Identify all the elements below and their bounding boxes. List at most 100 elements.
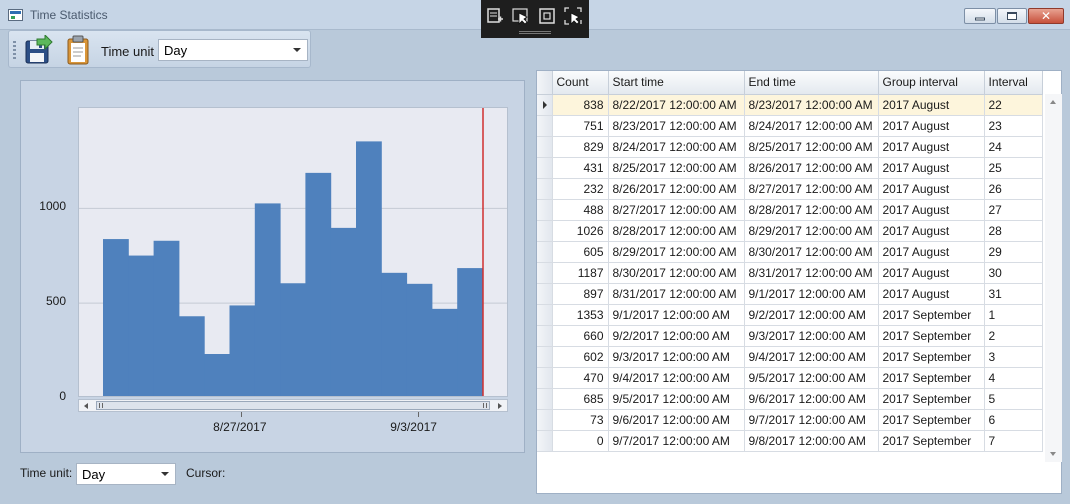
column-header-count[interactable]: Count: [552, 71, 609, 95]
live-tree-button[interactable]: [486, 7, 504, 25]
table-row[interactable]: 605 8/29/2017 12:00:00 AM 8/30/2017 12:00:…: [537, 241, 1043, 263]
cell-end-time[interactable]: 8/23/2017 12:00:00 AM: [744, 94, 879, 116]
cell-count[interactable]: 829: [552, 136, 609, 158]
cell-interval[interactable]: 22: [984, 94, 1043, 116]
histogram-bar[interactable]: [431, 308, 458, 397]
table-row[interactable]: 232 8/26/2017 12:00:00 AM 8/27/2017 12:00:…: [537, 178, 1043, 200]
row-header[interactable]: [537, 409, 553, 431]
cell-group-interval[interactable]: 2017 August: [878, 283, 985, 305]
cell-start-time[interactable]: 8/24/2017 12:00:00 AM: [608, 136, 745, 158]
cell-end-time[interactable]: 8/25/2017 12:00:00 AM: [744, 136, 879, 158]
cell-count[interactable]: 751: [552, 115, 609, 137]
cell-interval[interactable]: 1: [984, 304, 1043, 326]
cell-count[interactable]: 838: [552, 94, 609, 116]
scroll-up-icon[interactable]: [1050, 100, 1056, 104]
histogram-bar[interactable]: [103, 239, 129, 397]
cell-end-time[interactable]: 9/6/2017 12:00:00 AM: [744, 388, 879, 410]
table-row[interactable]: 1187 8/30/2017 12:00:00 AM 8/31/2017 12:00…: [537, 262, 1043, 284]
table-row[interactable]: 602 9/3/2017 12:00:00 AM 9/4/2017 12:00:00…: [537, 346, 1043, 368]
cell-start-time[interactable]: 9/7/2017 12:00:00 AM: [608, 430, 745, 452]
histogram-bar[interactable]: [178, 316, 205, 397]
cell-group-interval[interactable]: 2017 September: [878, 409, 985, 431]
cell-start-time[interactable]: 9/5/2017 12:00:00 AM: [608, 388, 745, 410]
track-focus-button[interactable]: [564, 7, 582, 25]
cell-group-interval[interactable]: 2017 September: [878, 430, 985, 452]
cell-start-time[interactable]: 8/27/2017 12:00:00 AM: [608, 199, 745, 221]
cell-count[interactable]: 488: [552, 199, 609, 221]
cell-count[interactable]: 897: [552, 283, 609, 305]
cell-interval[interactable]: 30: [984, 262, 1043, 284]
cell-group-interval[interactable]: 2017 August: [878, 136, 985, 158]
table-row[interactable]: 1353 9/1/2017 12:00:00 AM 9/2/2017 12:00:0…: [537, 304, 1043, 326]
minimize-button[interactable]: [964, 8, 996, 24]
row-header[interactable]: [537, 346, 553, 368]
scroll-down-icon[interactable]: [1050, 452, 1056, 456]
row-header[interactable]: [537, 199, 553, 221]
histogram-bar[interactable]: [204, 353, 230, 397]
row-header[interactable]: [537, 115, 553, 137]
cell-group-interval[interactable]: 2017 August: [878, 157, 985, 179]
cell-group-interval[interactable]: 2017 August: [878, 115, 985, 137]
cell-interval[interactable]: 27: [984, 199, 1043, 221]
histogram-plot-area[interactable]: [78, 107, 508, 397]
save-button[interactable]: [23, 33, 53, 65]
cell-count[interactable]: 602: [552, 346, 609, 368]
cell-interval[interactable]: 3: [984, 346, 1043, 368]
cell-start-time[interactable]: 8/30/2017 12:00:00 AM: [608, 262, 745, 284]
table-row[interactable]: 1026 8/28/2017 12:00:00 AM 8/29/2017 12:00…: [537, 220, 1043, 242]
cell-start-time[interactable]: 9/2/2017 12:00:00 AM: [608, 325, 745, 347]
toolbar-grip[interactable]: [13, 41, 16, 59]
cell-start-time[interactable]: 8/28/2017 12:00:00 AM: [608, 220, 745, 242]
histogram-bar[interactable]: [280, 283, 306, 397]
table-row[interactable]: 488 8/27/2017 12:00:00 AM 8/28/2017 12:00:…: [537, 199, 1043, 221]
cell-group-interval[interactable]: 2017 August: [878, 220, 985, 242]
histogram-bar[interactable]: [229, 305, 256, 397]
copy-to-clipboard-button[interactable]: [63, 35, 93, 65]
cell-count[interactable]: 470: [552, 367, 609, 389]
cell-group-interval[interactable]: 2017 September: [878, 325, 985, 347]
bottom-time-unit-dropdown[interactable]: Day: [76, 463, 176, 485]
cell-start-time[interactable]: 9/3/2017 12:00:00 AM: [608, 346, 745, 368]
table-row[interactable]: 73 9/6/2017 12:00:00 AM 9/7/2017 12:00:00 …: [537, 409, 1043, 431]
select-element-button[interactable]: [512, 7, 530, 25]
column-header-interval[interactable]: Interval: [984, 71, 1043, 95]
row-header[interactable]: [537, 157, 553, 179]
cell-count[interactable]: 0: [552, 430, 609, 452]
maximize-button[interactable]: [997, 8, 1027, 24]
cell-group-interval[interactable]: 2017 August: [878, 199, 985, 221]
cell-start-time[interactable]: 8/22/2017 12:00:00 AM: [608, 94, 745, 116]
grid-vertical-scrollbar[interactable]: [1045, 94, 1062, 462]
cell-start-time[interactable]: 8/26/2017 12:00:00 AM: [608, 178, 745, 200]
cell-count[interactable]: 431: [552, 157, 609, 179]
row-header[interactable]: [537, 367, 553, 389]
table-row[interactable]: 431 8/25/2017 12:00:00 AM 8/26/2017 12:00:…: [537, 157, 1043, 179]
table-row[interactable]: 897 8/31/2017 12:00:00 AM 9/1/2017 12:00:0…: [537, 283, 1043, 305]
cell-group-interval[interactable]: 2017 August: [878, 178, 985, 200]
cell-group-interval[interactable]: 2017 August: [878, 94, 985, 116]
cell-interval[interactable]: 2: [984, 325, 1043, 347]
row-header[interactable]: [537, 178, 553, 200]
cell-group-interval[interactable]: 2017 September: [878, 367, 985, 389]
cell-end-time[interactable]: 8/30/2017 12:00:00 AM: [744, 241, 879, 263]
cell-group-interval[interactable]: 2017 August: [878, 262, 985, 284]
cell-end-time[interactable]: 8/31/2017 12:00:00 AM: [744, 262, 879, 284]
row-header[interactable]: [537, 94, 553, 116]
scroll-left-icon[interactable]: [84, 403, 88, 409]
row-header[interactable]: [537, 136, 553, 158]
cell-interval[interactable]: 28: [984, 220, 1043, 242]
cell-group-interval[interactable]: 2017 September: [878, 388, 985, 410]
close-button[interactable]: ✕: [1028, 8, 1064, 24]
cell-interval[interactable]: 4: [984, 367, 1043, 389]
cell-start-time[interactable]: 8/25/2017 12:00:00 AM: [608, 157, 745, 179]
cell-end-time[interactable]: 8/26/2017 12:00:00 AM: [744, 157, 879, 179]
cell-interval[interactable]: 23: [984, 115, 1043, 137]
cell-count[interactable]: 685: [552, 388, 609, 410]
cell-start-time[interactable]: 9/4/2017 12:00:00 AM: [608, 367, 745, 389]
histogram-bar[interactable]: [153, 240, 180, 397]
cell-start-time[interactable]: 8/29/2017 12:00:00 AM: [608, 241, 745, 263]
row-header[interactable]: [537, 388, 553, 410]
cell-count[interactable]: 1353: [552, 304, 609, 326]
column-header-start-time[interactable]: Start time: [608, 71, 745, 95]
cell-group-interval[interactable]: 2017 September: [878, 346, 985, 368]
cell-end-time[interactable]: 9/3/2017 12:00:00 AM: [744, 325, 879, 347]
